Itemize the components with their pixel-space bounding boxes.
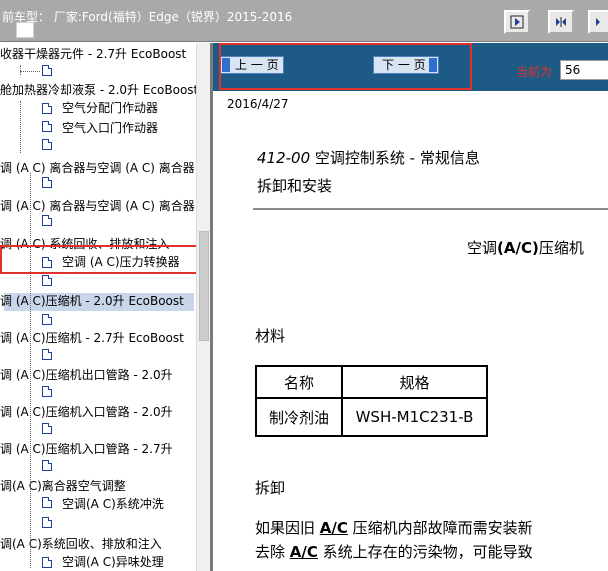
document-date: 2016/4/27 xyxy=(227,97,289,111)
current-page-label: 当前为 xyxy=(516,65,553,79)
table-cell: WSH-M1C231-B xyxy=(341,397,488,437)
section-subtitle: 拆卸和安装 xyxy=(257,177,333,195)
first-page-icon xyxy=(510,15,524,29)
document-icon[interactable] xyxy=(42,423,52,434)
document-icon[interactable] xyxy=(42,65,52,76)
expand-button[interactable] xyxy=(548,10,574,34)
tree-item[interactable]: 空气入口门作动器 xyxy=(62,119,158,138)
table-row: 制冷剂油 WSH-M1C231-B xyxy=(255,397,488,437)
tree-item[interactable]: 调 (A C)压缩机入口管路 - 2.0升 xyxy=(0,403,173,422)
materials-table: 名称 规格 制冷剂油 WSH-M1C231-B xyxy=(255,365,488,437)
scrollbar-thumb[interactable] xyxy=(199,231,209,341)
document-icon[interactable] xyxy=(42,517,52,528)
tree-item[interactable]: 空调(A C)系统冲洗 xyxy=(62,495,164,514)
document-icon[interactable] xyxy=(42,177,52,188)
document-icon[interactable] xyxy=(42,497,52,508)
document-icon[interactable] xyxy=(42,215,52,226)
materials-heading: 材料 xyxy=(255,327,286,345)
tree-item[interactable]: 调 (A C)压缩机出口管路 - 2.0升 xyxy=(0,366,173,385)
collapse-icon xyxy=(596,18,600,26)
page-number-input[interactable]: 56 xyxy=(560,60,608,80)
top-toolbar: 前车型： 厂家:Ford(福特）Edge（锐界）2015-2016 xyxy=(0,0,608,42)
document-icon[interactable] xyxy=(42,314,52,325)
tree-item[interactable]: 调 (A C)压缩机入口管路 - 2.7升 xyxy=(0,440,173,459)
divider xyxy=(253,208,608,210)
blank-icon xyxy=(16,22,34,38)
document-icon[interactable] xyxy=(42,386,52,397)
tree-item[interactable]: 调 (A C)压缩机 - 2.7升 EcoBoost xyxy=(0,329,184,348)
section-title: 412-00 空调控制系统 - 常规信息 xyxy=(257,147,480,168)
page-navigation-bar: 上 一 页 下 一 页 当前为 56 xyxy=(213,43,608,91)
tree-item[interactable]: 调(A C)离合器空气调整 xyxy=(0,477,126,496)
document-icon[interactable] xyxy=(42,139,52,150)
tree-item[interactable]: 空调(A C)异味处理 xyxy=(62,553,164,571)
document-icon[interactable] xyxy=(42,349,52,360)
nav-buttons-highlight xyxy=(219,43,472,90)
tree-item[interactable]: 舱加热器冷却液泵 - 2.0升 EcoBoost xyxy=(0,81,196,100)
tree-scrollbar[interactable] xyxy=(196,43,210,571)
tree-item[interactable]: 收器干燥器元件 - 2.7升 EcoBoost xyxy=(0,45,186,64)
vehicle-title: 前车型： 厂家:Ford(福特）Edge（锐界）2015-2016 xyxy=(2,10,293,24)
section-name: 空调控制系统 - 常规信息 xyxy=(310,149,480,167)
navigation-tree[interactable]: 收器干燥器元件 - 2.7升 EcoBoost 舱加热器冷却液泵 - 2.0升 … xyxy=(0,43,196,571)
table-header: 名称 xyxy=(255,365,343,399)
removal-heading: 拆卸 xyxy=(255,479,286,497)
collapse-button[interactable] xyxy=(588,10,608,34)
document-icon[interactable] xyxy=(42,557,52,568)
document-icon[interactable] xyxy=(42,275,52,286)
tree-item[interactable]: 空气分配门作动器 xyxy=(62,99,158,118)
document-icon[interactable] xyxy=(42,460,52,471)
document-view: 2016/4/27 412-00 空调控制系统 - 常规信息 拆卸和安装 空调(… xyxy=(213,91,608,571)
procedure-heading: 空调(A/C)压缩机 xyxy=(467,239,584,257)
expand-icon xyxy=(556,17,566,27)
paragraph: 如果因旧 A/C 压缩机内部故障而需安装新 xyxy=(255,519,533,537)
tree-item[interactable]: 调(A C)系统回收、排放和注入 xyxy=(0,535,162,554)
document-icon[interactable] xyxy=(42,103,52,114)
selected-item-highlight xyxy=(0,245,205,274)
tree-item-selected[interactable]: 调 (A C)压缩机 - 2.0升 EcoBoost xyxy=(0,292,184,311)
paragraph: 去除 A/C 系统上存在的污染物，可能导致 xyxy=(255,543,533,561)
document-icon[interactable] xyxy=(42,121,52,132)
section-code: 412-00 xyxy=(257,149,311,167)
first-page-button[interactable] xyxy=(504,10,530,34)
table-cell: 制冷剂油 xyxy=(255,397,343,437)
table-header: 规格 xyxy=(341,365,488,399)
